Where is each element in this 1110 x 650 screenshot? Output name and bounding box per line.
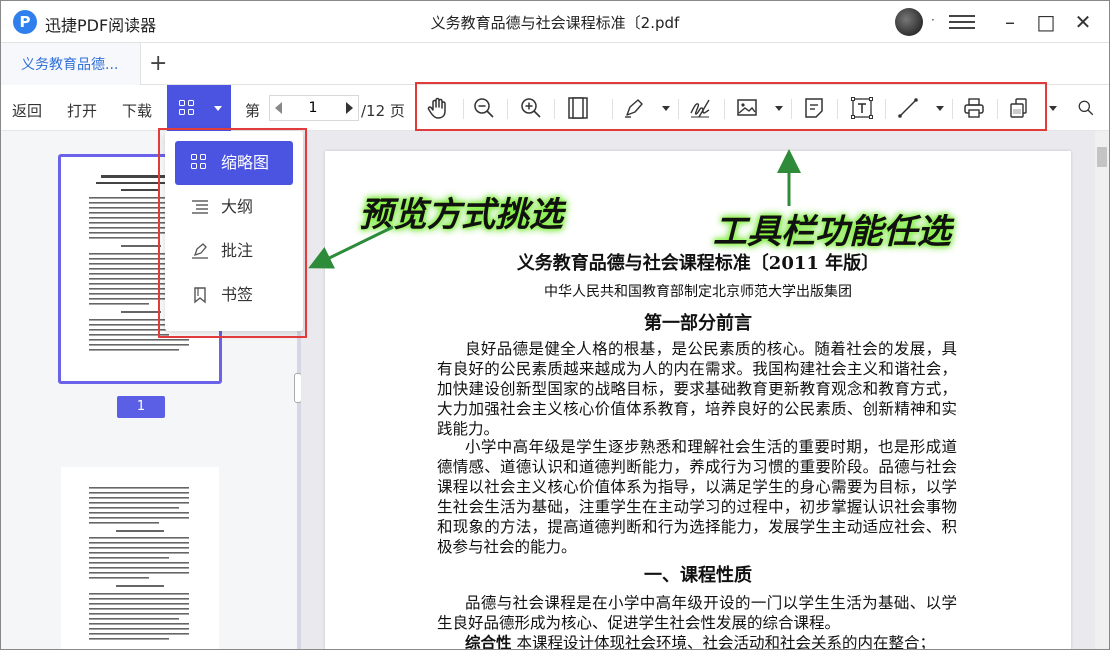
download-button[interactable]: 下载 bbox=[122, 100, 152, 121]
hamburger-menu-icon[interactable] bbox=[949, 11, 975, 33]
thumbnail-page-2[interactable] bbox=[61, 467, 219, 649]
page-prefix-label: 第 bbox=[245, 102, 261, 120]
annotation-preview-mode: 预览方式挑选 bbox=[359, 195, 563, 235]
paragraph-4-text: 本课程设计体现社会环境、社会活动和社会关系的内在整合； bbox=[516, 634, 935, 650]
chevron-down-icon bbox=[214, 106, 222, 111]
app-title: 迅捷PDF阅读器 bbox=[45, 16, 157, 35]
tab-document[interactable]: 义务教育品德... bbox=[1, 43, 141, 85]
annotation-toolbar-features: 工具栏功能任选 bbox=[713, 212, 951, 252]
search-icon[interactable] bbox=[1075, 95, 1097, 121]
vertical-scrollbar[interactable] bbox=[1095, 131, 1109, 649]
open-button[interactable]: 打开 bbox=[67, 100, 97, 121]
user-avatar[interactable] bbox=[895, 8, 923, 36]
prev-page-icon[interactable] bbox=[275, 102, 282, 114]
paragraph-3: 品德与社会课程是在小学中高年级开设的一门以学生生活为基础、以学生良好品德形成为核… bbox=[437, 594, 957, 632]
paragraph-2: 小学中高年级是学生逐步熟悉和理解社会生活的重要时期，也是形成道德情感、道德认识和… bbox=[437, 438, 957, 556]
thumbnail-page-number: 1 bbox=[117, 396, 165, 418]
chevron-down-icon[interactable] bbox=[1049, 106, 1057, 111]
grid-icon bbox=[179, 100, 195, 116]
app-logo-icon: P bbox=[13, 10, 37, 34]
document-title: 义务教育品德与社会课程标准〔2.pdf bbox=[430, 14, 680, 32]
document-heading: 义务教育品德与社会课程标准〔2011 年版〕 bbox=[516, 253, 880, 274]
close-button[interactable]: ✕ bbox=[1070, 9, 1096, 35]
next-page-icon[interactable] bbox=[346, 102, 353, 114]
tab-bar: 义务教育品德... + bbox=[1, 43, 1109, 85]
page-number-input[interactable] bbox=[288, 98, 338, 118]
page-navigator bbox=[269, 95, 359, 121]
add-tab-button[interactable]: + bbox=[149, 51, 167, 76]
section-heading: 一、课程性质 bbox=[644, 565, 752, 586]
part-heading: 第一部分前言 bbox=[644, 313, 752, 334]
title-bar: P 迅捷PDF阅读器 义务教育品德与社会课程标准〔2.pdf · – □ ✕ bbox=[1, 1, 1109, 43]
page-total-label: /12 页 bbox=[361, 102, 405, 120]
view-mode-button[interactable] bbox=[167, 85, 231, 131]
paragraph-4: 综合性 本课程设计体现社会环境、社会活动和社会关系的内在整合； bbox=[437, 633, 957, 650]
toolbar-highlight-box bbox=[415, 82, 1047, 131]
document-title-container: 义务教育品德与社会课程标准〔2.pdf bbox=[1, 12, 1109, 33]
thumbnail-page-2-preview bbox=[89, 487, 189, 640]
menu-highlight-box bbox=[158, 128, 307, 338]
maximize-button[interactable]: □ bbox=[1033, 9, 1059, 35]
scrollbar-thumb[interactable] bbox=[1097, 147, 1107, 167]
app-window: P 迅捷PDF阅读器 义务教育品德与社会课程标准〔2.pdf · – □ ✕ 义… bbox=[0, 0, 1110, 650]
minimize-button[interactable]: – bbox=[997, 9, 1023, 35]
paragraph-1: 良好品德是健全人格的根基，是公民素质的核心。随着社会的发展，具有良好的公民素质越… bbox=[437, 340, 957, 438]
back-button[interactable]: 返回 bbox=[12, 100, 42, 121]
document-publisher: 中华人民共和国教育部制定北京师范大学出版集团 bbox=[544, 284, 852, 300]
status-dot: · bbox=[931, 13, 935, 27]
paragraph-4-bold: 综合性 bbox=[465, 633, 512, 650]
